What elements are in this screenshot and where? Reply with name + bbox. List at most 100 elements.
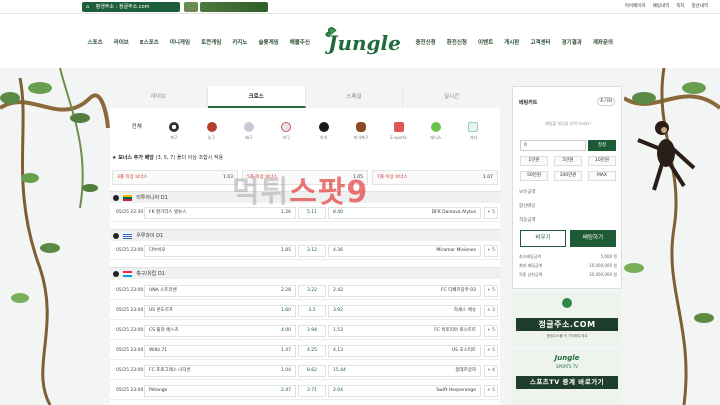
draw-odds-button[interactable]: 3.71 <box>298 385 326 397</box>
baseball-icon <box>281 122 292 132</box>
bonus-7-fold[interactable]: 7폴 이상 보너스 1.07 <box>372 170 498 185</box>
draw-odds-button[interactable]: 3.12 <box>298 245 326 257</box>
sports-tv-banner[interactable]: Jungle SPORTS TV 스포츠TV 중계 바로가기 <box>512 350 622 405</box>
jungle-logo[interactable]: Jungle <box>322 23 402 57</box>
nav-board[interactable]: 게시판 <box>499 38 525 46</box>
tab-live[interactable]: 라이브 <box>110 86 208 108</box>
tab-cross[interactable]: 크로스 <box>207 86 306 108</box>
draw-odds-button[interactable]: 3.94 <box>298 325 326 337</box>
away-odds-button[interactable]: 3.92 라세스 에슈 <box>328 305 481 317</box>
league-header: 우루과이 D1 <box>110 229 500 241</box>
place-bet-button[interactable]: 배팅하기 <box>570 230 616 247</box>
nav-results[interactable]: 경기결과 <box>556 38 587 46</box>
clear-slip-button[interactable]: 비우기 <box>520 230 566 247</box>
sport-esports[interactable]: E-sports <box>380 122 417 148</box>
quick-amount-500k[interactable]: 50만원 <box>520 171 548 181</box>
home-odds-button[interactable]: Wiltz 71 1.47 <box>144 345 296 357</box>
address-banner[interactable]: 정글주소.COM 평생주소를 꼭 기억해주세요 <box>512 292 622 346</box>
apply-amount-button[interactable]: 정정 <box>588 140 616 151</box>
nav-withdraw[interactable]: 환전신청 <box>441 38 472 46</box>
match-row: 05/25 23:00 US 몬도르프 1.60 3.5 3.92 라세스 에슈 +… <box>110 302 500 320</box>
sport-all[interactable]: 전체 <box>118 122 155 148</box>
home-odds-button[interactable]: FC 프로그레스 니더콘 1.04 <box>144 365 296 377</box>
quick-amount-10k[interactable]: 1만원 <box>520 156 548 166</box>
more-markets-button[interactable]: + 5 <box>484 207 498 219</box>
sport-volleyball[interactable]: 배구 <box>230 122 267 148</box>
promo-banner-small[interactable] <box>184 2 198 12</box>
nav-minigame[interactable]: 미니게임 <box>164 38 195 46</box>
quick-amount-50k[interactable]: 5만원 <box>554 156 582 166</box>
header: 스포츠 라이브 E스포츠 미니게임 토큰게임 카지노 슬롯게임 해볼주신 Jun… <box>0 14 720 68</box>
match-row: 05/25 23:00 FC 프로그레스 니더콘 1.04 8.62 15.44 몽… <box>110 362 500 380</box>
bet-amount-input[interactable]: 0 <box>520 140 586 151</box>
more-markets-button[interactable]: + 5 <box>484 385 498 397</box>
link-settlement[interactable]: 정산내역 <box>691 3 708 9</box>
match-row: 05/25 23:00 다누비오 1.85 3.12 4.36 Miramar Mi… <box>110 242 500 260</box>
soccer-ball-icon <box>113 270 119 277</box>
more-markets-button[interactable]: + 3 <box>484 305 498 317</box>
match-row: 05/25 23:00 CS 플라 에스츠 4.00 3.94 1.53 FC 빅토… <box>110 322 500 340</box>
quick-amount-100k[interactable]: 10만원 <box>588 156 616 166</box>
sport-baseball[interactable]: 야구 <box>268 122 305 148</box>
sport-etc[interactable]: 기타 <box>455 122 492 148</box>
nav-extra[interactable]: 해볼주신 <box>284 38 315 46</box>
away-odds-button[interactable]: 2.42 FC 디페르당주 03 <box>328 285 481 297</box>
more-markets-button[interactable]: + 5 <box>484 245 498 257</box>
permanent-address-badge[interactable]: ⌂ 평생주소 : 정글주소.com <box>82 2 180 12</box>
promo-banner[interactable] <box>200 2 268 12</box>
sport-hockey[interactable]: 하키 <box>305 122 342 148</box>
home-odds-button[interactable]: CS 플라 에스츠 4.00 <box>144 325 296 337</box>
total-odds-label: 합산배당 <box>519 204 536 209</box>
home-icon: ⌂ <box>86 4 90 10</box>
away-odds-button[interactable]: 15.44 몽데르상하 <box>328 365 481 377</box>
soccer-ball-icon <box>113 194 119 201</box>
luxembourg-flag-icon <box>122 270 132 277</box>
more-markets-button[interactable]: + 5 <box>484 325 498 337</box>
nav-token-game[interactable]: 토큰게임 <box>196 38 227 46</box>
away-odds-button[interactable]: 4.36 Miramar Misiones <box>328 245 481 257</box>
nav-live[interactable]: 라이브 <box>108 38 134 46</box>
nav-casino[interactable]: 카지노 <box>227 38 253 46</box>
bonus-3-fold[interactable]: 3폴 이상 보너스 1.03 <box>112 170 238 185</box>
home-odds-button[interactable]: 다누비오 1.85 <box>144 245 296 257</box>
quick-amount-max[interactable]: MAX <box>588 171 616 181</box>
sport-football[interactable]: 미식축구 <box>342 122 379 148</box>
more-markets-button[interactable]: + 5 <box>484 345 498 357</box>
nav-account-inquiry[interactable]: 계좌문의 <box>587 38 618 46</box>
quick-amount-1m[interactable]: 100만원 <box>554 171 582 181</box>
nav-esports[interactable]: E스포츠 <box>134 38 164 46</box>
more-markets-button[interactable]: + 5 <box>484 285 498 297</box>
jungle-vines-left <box>0 68 110 405</box>
nav-sports[interactable]: 스포츠 <box>82 38 108 46</box>
draw-odds-button[interactable]: 3.22 <box>298 285 326 297</box>
draw-odds-button[interactable]: 8.62 <box>298 365 326 377</box>
more-markets-button[interactable]: + 4 <box>484 365 498 377</box>
nav-deposit[interactable]: 충전신청 <box>410 38 441 46</box>
tab-special[interactable]: 스페셜 <box>306 86 404 108</box>
nav-support[interactable]: 고객센터 <box>525 38 556 46</box>
home-odds-button[interactable]: Pétange 2.47 <box>144 385 296 397</box>
home-odds-button[interactable]: US 몬도르프 1.60 <box>144 305 296 317</box>
uruguay-flag-icon <box>122 232 132 239</box>
main-nav-left: 스포츠 라이브 E스포츠 미니게임 토큰게임 카지노 슬롯게임 해볼주신 <box>82 38 316 46</box>
bet-slip-hint: 배팅할 게임을 선택 하세요! <box>545 121 591 126</box>
draw-odds-button[interactable]: 3.5 <box>298 305 326 317</box>
lithuania-flag-icon <box>122 194 132 201</box>
link-mypage[interactable]: 마이페이지 <box>625 3 646 9</box>
sport-basketball[interactable]: 농구 <box>193 122 230 148</box>
nav-event[interactable]: 이벤트 <box>473 38 499 46</box>
sport-soccer[interactable]: 축구 <box>155 122 192 148</box>
nav-slot[interactable]: 슬롯게임 <box>253 38 284 46</box>
home-odds-button[interactable]: UNA 스트라센 2.28 <box>144 285 296 297</box>
draw-odds-button[interactable]: 4.25 <box>298 345 326 357</box>
away-odds-button[interactable]: 1.53 FC 빅토리아 로스트트 <box>328 325 481 337</box>
reset-button[interactable]: 초기화 <box>597 97 615 106</box>
away-odds-button[interactable]: 2.04 Swift Hesperange <box>328 385 481 397</box>
link-messages[interactable]: 쪽지 <box>676 3 684 9</box>
sport-tennis[interactable]: 테니스 <box>417 122 454 148</box>
tab-realtime[interactable]: 실시간 <box>403 86 500 108</box>
link-bet-history[interactable]: 배팅내역 <box>653 3 670 9</box>
esports-icon <box>393 122 404 132</box>
away-odds-button[interactable]: 4.13 US 호스티트 <box>328 345 481 357</box>
basketball-icon <box>206 122 217 132</box>
